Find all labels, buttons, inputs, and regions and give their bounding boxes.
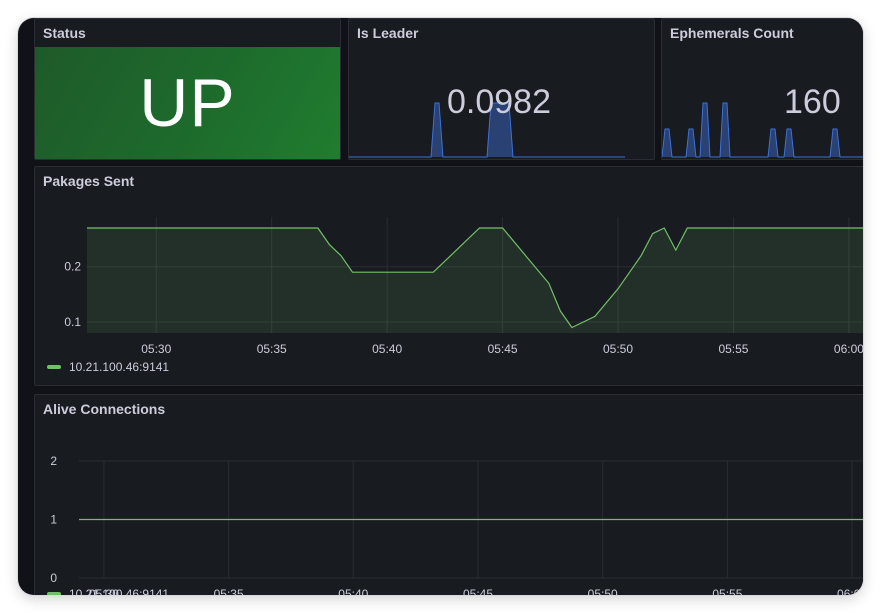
status-value: UP — [139, 65, 236, 141]
x-tick-label: 05:40 — [372, 342, 402, 356]
legend-item[interactable]: 10.21.100.46:9141 — [47, 360, 169, 374]
x-tick-label: 05:40 — [338, 587, 368, 595]
status-panel[interactable]: Status UP — [34, 18, 341, 160]
x-tick-label: 05:45 — [463, 587, 493, 595]
x-tick-label: 05:30 — [141, 342, 171, 356]
x-tick-label: 06:00 — [837, 587, 863, 595]
x-tick-label: 05:35 — [257, 342, 287, 356]
alive-connections-panel[interactable]: Alive Connections 0 1 2 05:30 05:35 05:40 05:4… — [34, 394, 863, 595]
ephemerals-value: 160 — [784, 83, 841, 121]
leader-value: 0.0982 — [447, 83, 551, 121]
y-tick-label: 0.1 — [64, 315, 81, 329]
ephemerals-count-panel[interactable]: Ephemerals Count 160 — [661, 18, 863, 160]
packages-sent-chart: 0.1 0.2 05:30 05:35 05:40 05:45 05:50 05:55 06:0… — [64, 217, 863, 356]
x-tick-label: 05:45 — [488, 342, 518, 356]
x-tick-label: 06:00 — [834, 342, 863, 356]
y-tick-label: 0.2 — [64, 260, 81, 274]
x-tick-label: 05:50 — [588, 587, 618, 595]
packages-sent-panel[interactable]: Pakages Sent 0.1 0.2 05:30 05:35 05:40 05:45 0… — [34, 166, 863, 386]
series-area — [87, 228, 863, 333]
legend-label: 10.21.100.46:9141 — [69, 360, 170, 374]
y-tick-label: 0 — [50, 571, 57, 585]
x-tick-label: 05:50 — [603, 342, 633, 356]
is-leader-panel[interactable]: Is Leader 0.0982 — [348, 18, 655, 160]
x-tick-label: 05:55 — [712, 587, 742, 595]
legend-item[interactable]: 10.21.100.46:9141 — [47, 587, 169, 595]
legend-label: 10.21.100.46:9141 — [69, 587, 170, 595]
legend-color-swatch — [47, 592, 61, 595]
legend-color-swatch — [47, 365, 61, 369]
alive-connections-chart: 01205:30 05:35 05:40 05:45 05:50 05:55 06:00 — [50, 454, 863, 595]
x-tick-label: 05:55 — [718, 342, 748, 356]
dashboard: Status UP Is Leader 0.0982 Ephemerals Co… — [18, 18, 863, 595]
y-tick-label: 2 — [50, 454, 57, 468]
status-indicator: UP — [35, 47, 340, 159]
x-tick-label: 05:35 — [214, 587, 244, 595]
panel-title: Status — [43, 25, 86, 41]
y-tick-label: 1 — [50, 513, 57, 527]
